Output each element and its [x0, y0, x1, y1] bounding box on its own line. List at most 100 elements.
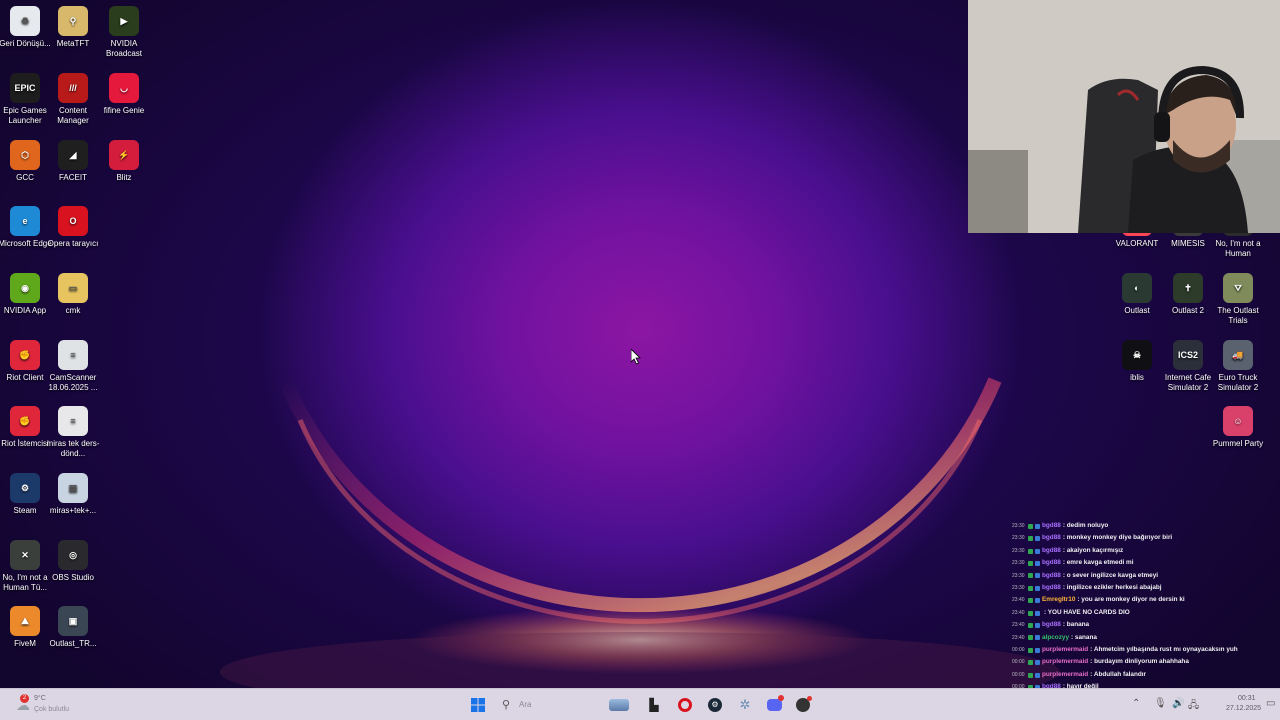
desktop-icon-blitz[interactable]: ⚡ Blitz	[97, 140, 151, 183]
desktop-icon-label: fifine Genie	[103, 106, 145, 115]
desktop-icon-outlast-trials[interactable]: ⛛ The Outlast Trials	[1211, 273, 1265, 326]
chat-username: purplemermaid	[1042, 670, 1089, 678]
blitz-icon: ⚡	[109, 140, 139, 170]
desktop-icon-document[interactable]: ≡ CamScanner 18.06.2025 ...	[46, 340, 100, 393]
chat-username: purplemermaid	[1042, 646, 1089, 654]
desktop-icon-metatft[interactable]: ⚲ MetaTFT	[46, 6, 100, 49]
chat-badge-icon	[1035, 610, 1040, 616]
desktop-icon-euro-truck-simulator[interactable]: 🚚 Euro Truck Simulator 2	[1211, 340, 1265, 393]
desktop-icon-gcc[interactable]: ⬡ GCC	[0, 140, 52, 183]
content-manager-icon: ///	[58, 73, 88, 103]
chat-badge-icon	[1035, 573, 1040, 579]
chat-timestamp: 00:00	[1012, 647, 1025, 654]
chat-timestamp: 00:00	[1012, 671, 1025, 678]
start-button[interactable]	[467, 694, 489, 716]
desktop-icon-label: Microsoft Edge	[0, 239, 52, 248]
desktop-icon-label: FACEIT	[58, 173, 87, 182]
notification-icon[interactable]: ▭	[1266, 698, 1275, 709]
desktop-icon-no-im-not-a-human[interactable]: ✕ No, I'm not a Human Tü...	[0, 540, 52, 593]
desktop-icon-fifine-genie[interactable]: ◡ fifine Genie	[97, 73, 151, 116]
desktop-icon-epic-games[interactable]: EPIC Epic Games Launcher	[0, 73, 52, 126]
search-icon: ⚲	[502, 699, 511, 711]
chat-badge-icon	[1028, 672, 1033, 678]
desktop-icon-label: Geri Dönüşü...	[0, 39, 51, 48]
microphone-icon[interactable]: 🎙	[1154, 698, 1167, 709]
desktop-icon-image-file[interactable]: ▤ miras+tek+...	[46, 473, 100, 516]
chat-badge-icon	[1035, 523, 1040, 529]
weather-temp: 9°C	[34, 695, 46, 702]
chat-username: bgd88	[1042, 534, 1061, 542]
desktop-icon-outlast[interactable]: ◐ Outlast	[1110, 273, 1164, 316]
desktop-icon-folder[interactable]: ▭ cmk	[46, 273, 100, 316]
chat-username: Emregltr10	[1042, 596, 1076, 604]
chat-badge-icon	[1028, 560, 1033, 566]
chat-message: 00:00 purplemermaid: burdayım dinliyorum …	[1012, 656, 1280, 668]
desktop-icon-label: Outlast	[1124, 306, 1150, 315]
chat-badge-icon	[1035, 585, 1040, 591]
desktop-icon-fivem[interactable]: ⛰ FiveM	[0, 606, 52, 649]
chat-message: 23:40 bgd88: banana	[1012, 619, 1280, 631]
network-icon[interactable]: 🖧	[1188, 698, 1199, 715]
taskbar: ☁ 2 9°C Çok bulutlu ⚲ Ara ▙ ⚙ ✲ ⌃ 🎙 🔊 🖧 …	[0, 688, 1280, 720]
desktop-icon-label: Riot Client	[6, 373, 44, 382]
desktop-icon-outlast-2[interactable]: ✝ Outlast 2	[1161, 273, 1215, 316]
chat-badge-icon	[1035, 635, 1040, 641]
desktop-icon-faceit[interactable]: ◢ FACEIT	[46, 140, 100, 183]
chat-badge-icon	[1028, 647, 1033, 653]
steam-icon: ⚙	[708, 698, 722, 712]
chat-message: 23:30 bgd88: o sever ingilizce kavga etme…	[1012, 570, 1280, 582]
chat-badge-icon	[1028, 523, 1033, 529]
desktop-icon-opera[interactable]: O Opera tarayıcı	[46, 206, 100, 249]
desktop-icon-label: FiveM	[14, 639, 36, 648]
chat-badge-icon	[1028, 548, 1033, 554]
clock-date[interactable]: 27.12.2025	[1226, 705, 1261, 712]
weather-widget[interactable]: ☁ 2 9°C Çok bulutlu	[10, 692, 90, 718]
desktop-icon-obs-studio[interactable]: ◎ OBS Studio	[46, 540, 100, 583]
riot-istemcisi-icon: ✊	[10, 406, 40, 436]
chat-message: 23:30 bgd88: emre kavga etmedi mi	[1012, 557, 1280, 569]
taskbar-obs-button[interactable]	[792, 694, 814, 716]
taskbar-discord-button[interactable]	[763, 694, 785, 716]
chat-timestamp: 23:30	[1012, 560, 1025, 567]
desktop-icon-document[interactable]: ≡ miras tek ders-dönd...	[46, 406, 100, 459]
desktop-icon-nvidia-broadcast[interactable]: ▶ NVIDIA Broadcast	[97, 6, 151, 59]
chat-timestamp: 00:00	[1012, 659, 1025, 666]
recycle-bin-icon: ♻	[10, 6, 40, 36]
chat-timestamp: 23:30	[1012, 572, 1025, 579]
desktop-icon-label: Euro Truck Simulator 2	[1217, 373, 1259, 392]
clock-time[interactable]: 00:31	[1238, 695, 1256, 702]
taskbar-opera-button[interactable]	[674, 694, 696, 716]
taskbar-widget-button[interactable]	[608, 694, 630, 716]
outlast-tr-icon: ▣	[58, 606, 88, 636]
desktop-icon-recycle-bin[interactable]: ♻ Geri Dönüşü...	[0, 6, 52, 49]
desktop-icon-outlast-tr[interactable]: ▣ Outlast_TR...	[46, 606, 100, 649]
speaker-icon[interactable]: 🔊	[1172, 698, 1184, 709]
taskbar-app-button[interactable]: ✲	[734, 694, 756, 716]
desktop-icon-steam[interactable]: ⚙ Steam	[0, 473, 52, 516]
chat-badge-icon	[1035, 672, 1040, 678]
taskbar-steam-button[interactable]: ⚙	[704, 694, 726, 716]
desktop-icon-label: miras+tek+...	[49, 506, 97, 515]
desktop-icon-internet-cafe-simulator[interactable]: ICS2 Internet Cafe Simulator 2	[1161, 340, 1215, 393]
desktop-icon-label: VALORANT	[1115, 239, 1159, 248]
folder-icon: ▭	[58, 273, 88, 303]
chat-message-text: : ingilizce ezikler herkesi abajabj	[1062, 584, 1162, 592]
chat-badge-icon	[1028, 635, 1033, 641]
desktop-icon-pummel-party[interactable]: ☺ Pummel Party	[1211, 406, 1265, 449]
chat-username: bgd88	[1042, 621, 1061, 629]
desktop-icon-label: Internet Cafe Simulator 2	[1164, 373, 1212, 392]
desktop-icon-iblis[interactable]: ☠ iblis	[1110, 340, 1164, 383]
desktop-icon-riot-istemcisi[interactable]: ✊ Riot İstemcisi	[0, 406, 52, 449]
desktop-icon-content-manager[interactable]: /// Content Manager	[46, 73, 100, 126]
gcc-icon: ⬡	[10, 140, 40, 170]
desktop-icon-label: CamScanner 18.06.2025 ...	[48, 373, 98, 392]
document-icon: ≡	[58, 406, 88, 436]
taskbar-file-explorer-button[interactable]: ▙	[643, 694, 665, 716]
desktop-icon-label: Opera tarayıcı	[47, 239, 99, 248]
desktop-icon-riot-client[interactable]: ✊ Riot Client	[0, 340, 52, 383]
desktop-icon-label: Riot İstemcisi	[1, 439, 49, 448]
chat-message: 23:40: YOU HAVE NO CARDS DIO	[1012, 607, 1280, 619]
desktop-icon-edge[interactable]: e Microsoft Edge	[0, 206, 52, 249]
desktop-icon-nvidia-app[interactable]: ◉ NVIDIA App	[0, 273, 52, 316]
tray-chevron-up-icon[interactable]: ⌃	[1132, 698, 1140, 709]
